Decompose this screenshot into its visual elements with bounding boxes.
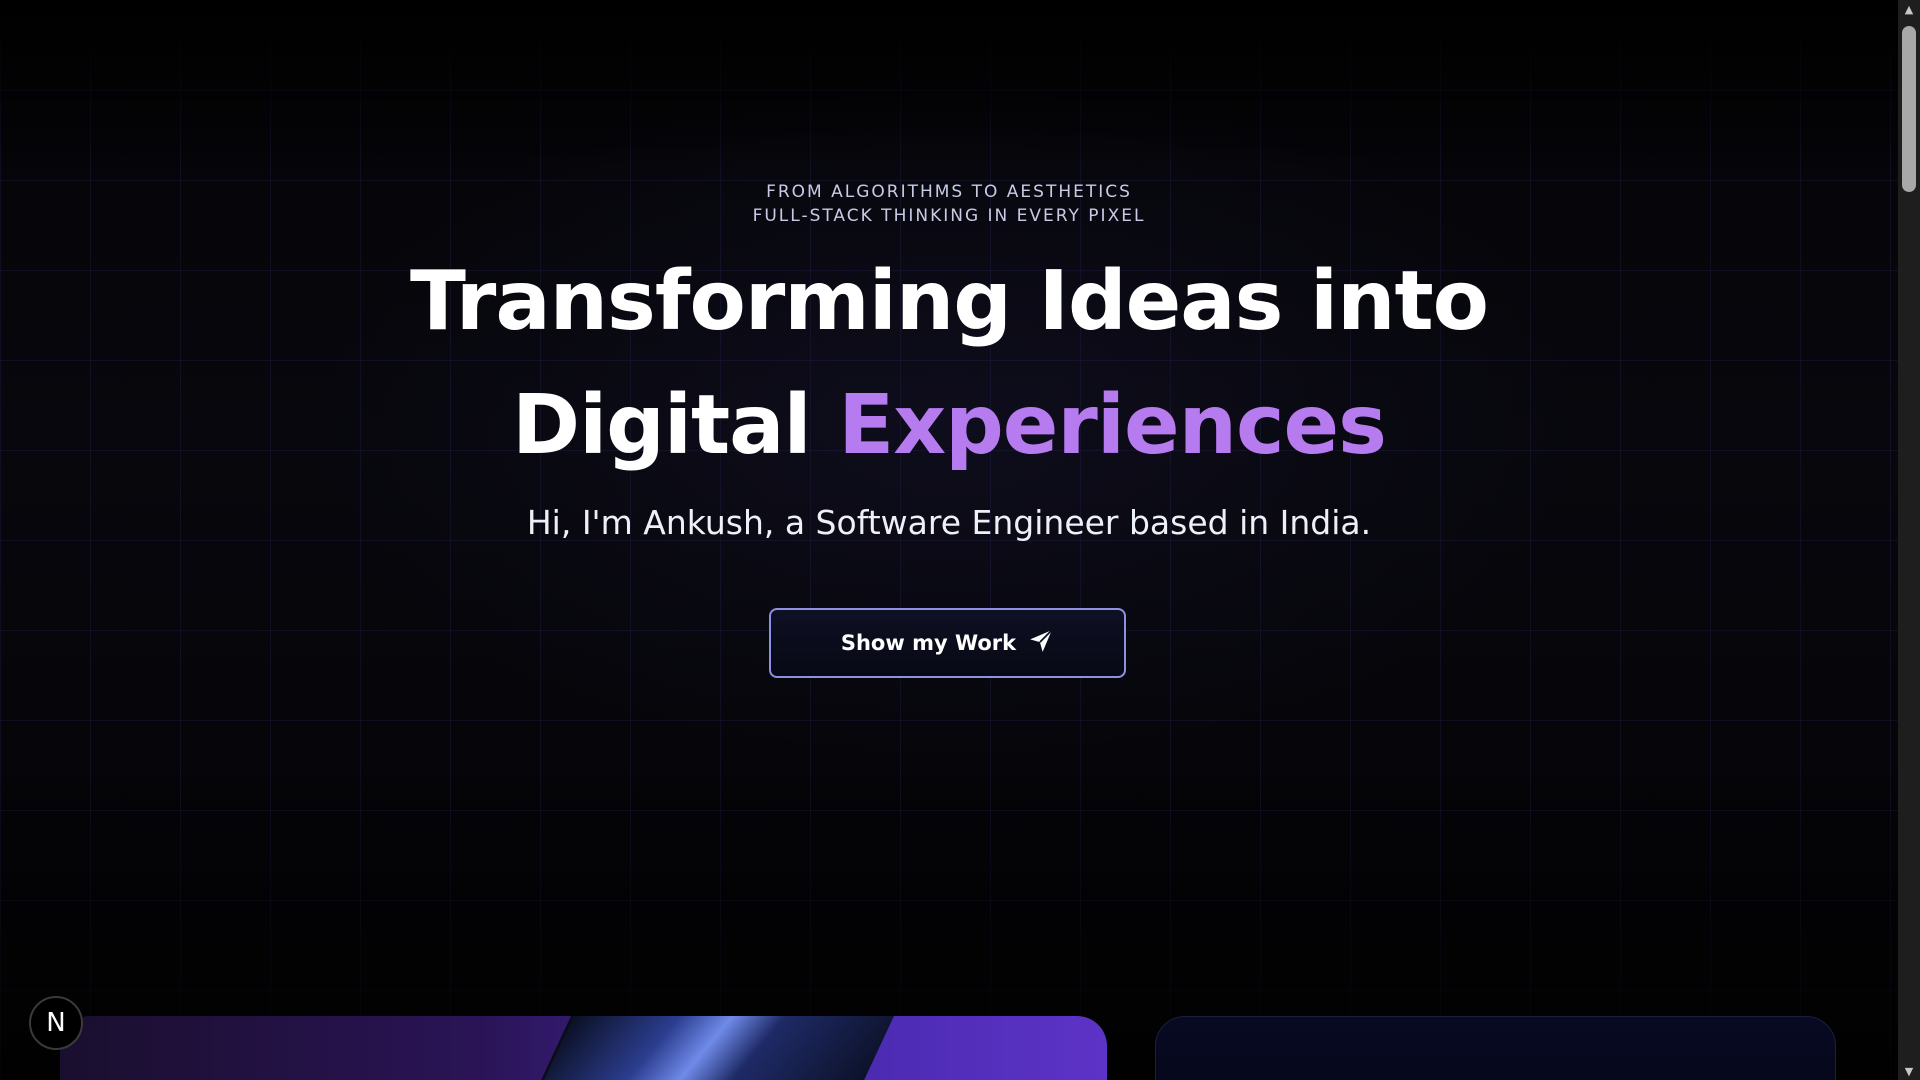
nextjs-dev-badge[interactable]: N: [29, 996, 83, 1050]
device-mockup-image: [529, 1016, 894, 1080]
hero-intro: Hi, I'm Ankush, a Software Engineer base…: [526, 503, 1372, 542]
nextjs-logo-icon: N: [46, 1008, 66, 1038]
show-my-work-label: Show my Work: [840, 631, 1017, 655]
send-arrow-icon: [1028, 628, 1054, 659]
headline-line-2: Digital Experiences: [0, 364, 1898, 488]
show-my-work-button[interactable]: Show my Work: [769, 608, 1126, 678]
scroll-down-arrow-icon[interactable]: ▼: [1898, 1062, 1920, 1080]
hero-eyebrow: FROM ALGORITHMS TO AESTHETICS FULL-STACK…: [0, 180, 1898, 228]
headline-accent-word: Experiences: [838, 378, 1387, 473]
headline-line-1: Transforming Ideas into: [409, 254, 1489, 349]
eyebrow-line-1: FROM ALGORITHMS TO AESTHETICS: [766, 182, 1132, 202]
hero-headline: Transforming Ideas into Digital Experien…: [0, 240, 1898, 488]
scroll-up-arrow-icon[interactable]: ▲: [1898, 0, 1920, 18]
eyebrow-line-2: FULL-STACK THINKING IN EVERY PIXEL: [752, 206, 1146, 226]
project-card-left[interactable]: [60, 1016, 1107, 1080]
project-card-right[interactable]: [1155, 1016, 1836, 1080]
page: FROM ALGORITHMS TO AESTHETICS FULL-STACK…: [0, 0, 1920, 1080]
top-vignette: [0, 0, 1898, 170]
headline-plain-word: Digital: [512, 378, 812, 473]
scrollbar-thumb[interactable]: [1902, 26, 1916, 192]
vertical-scrollbar[interactable]: ▲ ▼: [1898, 0, 1920, 1080]
